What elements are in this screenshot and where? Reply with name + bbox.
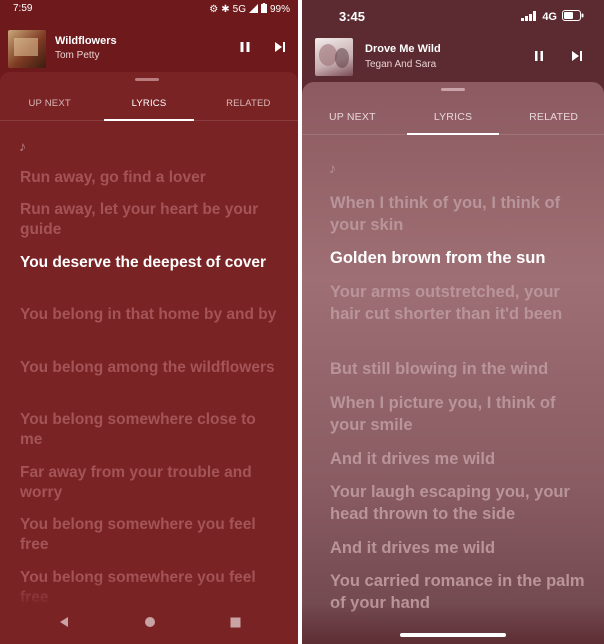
tab-related[interactable]: RELATED — [199, 86, 298, 120]
track-artist: Tom Petty — [55, 50, 100, 61]
now-playing-bar[interactable]: Wildflowers Tom Petty — [0, 18, 298, 74]
status-bar: 3:45 4G — [302, 0, 604, 34]
battery-percent: 99% — [269, 4, 290, 15]
skip-next-icon — [572, 51, 582, 61]
lyric-line: Run away, let your heart be your guide — [20, 201, 259, 238]
lyric-line: You belong somewhere close to me — [20, 411, 256, 448]
lyric-line: And it drives me wild — [330, 450, 496, 468]
tab-bar: UP NEXT LYRICS RELATED — [0, 86, 298, 121]
lyric-line: Far away from your trouble and worry — [20, 464, 252, 501]
tab-lyrics[interactable]: LYRICS — [99, 86, 198, 120]
lyrics-sheet: UP NEXT LYRICS RELATED ♪ When I think of… — [302, 82, 604, 644]
lyric-line: You belong somewhere you feel free — [20, 516, 256, 553]
lyric-line: And it drives me wild — [330, 539, 496, 557]
home-icon[interactable] — [144, 615, 156, 633]
status-time: 7:59 — [13, 3, 33, 14]
back-icon[interactable] — [58, 615, 70, 633]
lyric-line-current: Golden brown from the sun — [330, 249, 546, 267]
now-playing-bar[interactable]: Drove Me Wild Tegan And Sara — [302, 34, 604, 84]
drag-handle[interactable] — [441, 88, 465, 91]
android-player-screen: 7:59 ⚙ ✱ 5G 99% Wildflowers Tom Petty UP… — [0, 0, 298, 644]
pause-button[interactable] — [236, 38, 254, 56]
pause-button[interactable] — [530, 47, 548, 65]
lyric-line: You belong in that home by and by — [20, 306, 277, 323]
lyric-line: When I picture you, I think of your smil… — [330, 394, 556, 434]
lyric-line-current: You deserve the deepest of cover — [20, 254, 267, 271]
battery-icon — [562, 10, 584, 24]
music-note-icon: ♪ — [329, 160, 336, 176]
tab-up-next[interactable]: UP NEXT — [0, 86, 99, 120]
track-artist: Tegan And Sara — [365, 59, 437, 70]
bluetooth-icon: ✱ — [221, 4, 230, 15]
status-icons: 4G — [521, 10, 584, 24]
track-title: Wildflowers — [55, 35, 117, 47]
home-indicator[interactable] — [400, 633, 506, 637]
lyric-line: Your arms outstretched, your hair cut sh… — [330, 283, 563, 323]
lyrics-sheet: UP NEXT LYRICS RELATED ♪ Run away, go fi… — [0, 72, 298, 644]
network-type: 4G — [542, 11, 557, 23]
status-bar: 7:59 ⚙ ✱ 5G 99% — [0, 0, 298, 18]
next-button[interactable] — [271, 38, 289, 56]
signal-icon — [248, 3, 258, 16]
tab-related[interactable]: RELATED — [503, 100, 604, 134]
track-title: Drove Me Wild — [365, 43, 441, 55]
album-art[interactable] — [315, 38, 353, 76]
tab-bar: UP NEXT LYRICS RELATED — [302, 100, 604, 135]
next-button[interactable] — [568, 47, 586, 65]
signal-icon — [521, 10, 537, 24]
lyric-line: When I think of you, I think of your ski… — [330, 194, 561, 234]
skip-next-icon — [275, 42, 285, 52]
pause-icon — [240, 42, 250, 52]
lyric-line: You belong among the wildflowers — [20, 359, 275, 376]
pause-icon — [535, 51, 543, 61]
album-art[interactable] — [8, 30, 46, 68]
ios-player-screen: 3:45 4G Drove Me Wild Tegan And Sara UP … — [302, 0, 604, 644]
tab-lyrics[interactable]: LYRICS — [403, 100, 504, 134]
lyric-line: Your laugh escaping you, your head throw… — [330, 483, 570, 523]
lyric-line: Run away, go find a lover — [20, 169, 206, 186]
network-type: 5G — [232, 4, 246, 15]
lyric-line: But still blowing in the wind — [330, 360, 549, 378]
battery-icon — [260, 3, 267, 16]
fade-overlay — [0, 578, 298, 604]
music-note-icon: ♪ — [19, 138, 26, 154]
status-time: 3:45 — [339, 9, 366, 24]
android-nav-bar — [0, 604, 298, 644]
settings-icon: ⚙ — [209, 4, 219, 15]
status-icons: ⚙ ✱ 5G 99% — [209, 3, 290, 16]
fade-overlay — [302, 604, 604, 644]
drag-handle[interactable] — [135, 78, 159, 81]
tab-up-next[interactable]: UP NEXT — [302, 100, 403, 134]
recents-icon[interactable] — [230, 615, 241, 633]
